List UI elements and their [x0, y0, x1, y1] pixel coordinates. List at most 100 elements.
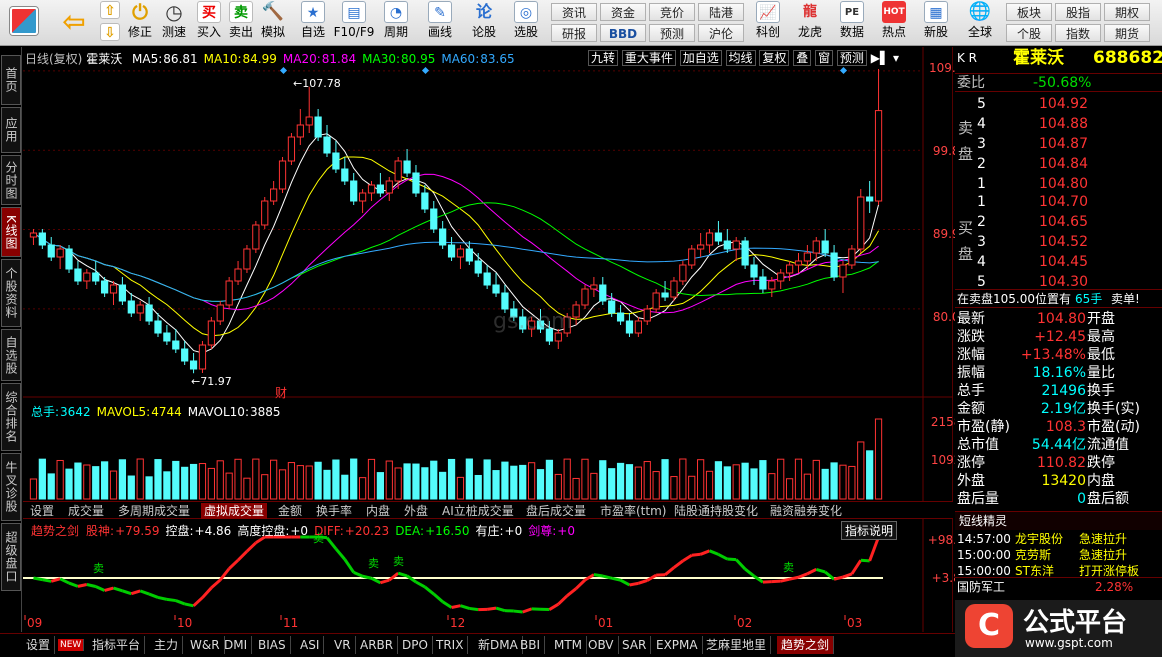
toolbar-watchlist[interactable]: ★ 自选	[296, 1, 330, 41]
btab-13[interactable]: MTM	[550, 636, 588, 654]
grid-futures[interactable]: 期货	[1104, 24, 1150, 42]
toolbar-screener[interactable]: ◎ 选股	[508, 1, 544, 41]
btn-jiuzhuan[interactable]: 九转	[588, 50, 619, 66]
asks-row[interactable]: 5 104.92	[955, 95, 1162, 114]
vtab-inner[interactable]: 内盘	[363, 503, 393, 519]
grid-auction[interactable]: 竞价	[649, 3, 695, 21]
toolbar-period[interactable]: ◔ 周期	[378, 1, 414, 41]
toolbar-hot[interactable]: HOT 热点	[876, 1, 912, 41]
asks-row[interactable]: 4 104.88	[955, 115, 1162, 134]
bids-row[interactable]: 3 104.52	[955, 233, 1162, 252]
toolbar-sell[interactable]: 卖卖出	[226, 1, 256, 41]
toolbar-ipo[interactable]: ▦ 新股	[918, 1, 954, 41]
grid-bbd[interactable]: BBD	[600, 24, 646, 42]
btab-8[interactable]: ARBR	[356, 636, 399, 654]
btab-12[interactable]: BBI	[516, 636, 546, 654]
btn-window[interactable]: 窗	[815, 50, 834, 66]
vtab-multi-period[interactable]: 多周期成交量	[115, 503, 193, 519]
btn-overlay[interactable]: 叠	[793, 50, 812, 66]
kline-svg[interactable]: 卖卖卖卖卖09 10 11 12 01 02 03	[23, 47, 953, 632]
btab-6[interactable]: ASI	[296, 636, 325, 654]
toolbar-speed[interactable]: ◷ 测速	[158, 1, 190, 41]
vtab-after-hours[interactable]: 盘后成交量	[523, 503, 589, 519]
vtab-volume[interactable]: 成交量	[65, 503, 107, 519]
btab-15[interactable]: SAR	[618, 636, 652, 654]
vtab-turnover[interactable]: 换手率	[313, 503, 355, 519]
indicator-help-button[interactable]: 指标说明	[841, 521, 898, 540]
sidebar-tab-profile[interactable]: 个股资料	[1, 259, 21, 327]
app-logo[interactable]	[8, 1, 40, 35]
btab-4[interactable]: DMI	[220, 636, 253, 654]
toolbar-kechuang[interactable]: 📈 科创	[750, 1, 786, 41]
next-icon[interactable]: ▶▌	[871, 51, 889, 65]
sidebar-tab-super-panel[interactable]: 超级盘口	[1, 523, 21, 591]
sidebar-tab-diagnosis[interactable]: 牛叉诊股	[1, 453, 21, 521]
btab-9[interactable]: DPO	[398, 636, 433, 654]
toolbar-global[interactable]: 🌐 全球	[960, 1, 1000, 41]
event-marker[interactable]	[839, 66, 848, 75]
btab-5[interactable]: BIAS	[254, 636, 291, 654]
event-marker[interactable]	[279, 66, 288, 75]
grid-index[interactable]: 指数	[1055, 24, 1101, 42]
vtab-ai-volume[interactable]: AI立桩成交量	[439, 503, 517, 519]
back-button[interactable]: ⇦	[52, 1, 96, 39]
sidebar-tab-intraday[interactable]: 分时图	[1, 155, 21, 205]
grid-forecast[interactable]: 预测	[649, 24, 695, 42]
sidebar-tab-kline[interactable]: K线图	[1, 207, 21, 257]
grid-stock[interactable]: 个股	[1006, 24, 1052, 42]
bids-row[interactable]: 2 104.65	[955, 213, 1162, 232]
toolbar-draw[interactable]: ✎ 画线	[422, 1, 458, 41]
toolbar-forum[interactable]: 论论股	[466, 1, 502, 41]
vtab-amount[interactable]: 金额	[275, 503, 305, 519]
elf-item[interactable]: 15:00:00 克劳斯 急速拉升	[955, 547, 1162, 563]
sidebar-tab-home[interactable]: 首页	[1, 55, 21, 105]
toolbar-simulate[interactable]: 🔨 模拟	[258, 1, 288, 41]
vtab-hk-holdings[interactable]: 陆股通持股变化	[671, 503, 761, 519]
btab-7[interactable]: VR	[330, 636, 356, 654]
toolbar-data[interactable]: PE 数据	[834, 1, 870, 41]
btab-14[interactable]: OBV	[584, 636, 619, 654]
grid-sector[interactable]: 板块	[1006, 3, 1052, 21]
btab-3[interactable]: W&R	[186, 636, 225, 654]
btn-events[interactable]: 重大事件	[621, 50, 676, 66]
asks-row[interactable]: 3 104.87	[955, 135, 1162, 154]
bids-row[interactable]: 4 104.45	[955, 253, 1162, 272]
grid-research[interactable]: 研报	[551, 24, 597, 42]
vtab-outer[interactable]: 外盘	[401, 503, 431, 519]
scroll-up-button[interactable]: ⇧	[98, 1, 122, 19]
scroll-down-button[interactable]: ⇩	[98, 23, 122, 41]
grid-funds[interactable]: 资金	[600, 3, 646, 21]
toolbar-buy[interactable]: 买买入	[194, 1, 224, 41]
btab-10[interactable]: TRIX	[432, 636, 469, 654]
dropdown-icon[interactable]: ▾	[893, 51, 899, 65]
grid-index-futures[interactable]: 股指	[1055, 3, 1101, 21]
sector-row[interactable]: 国防军工 2.28%	[955, 577, 1162, 596]
finance-marker[interactable]: 财	[275, 384, 287, 401]
grid-hk-connect[interactable]: 陆港	[698, 3, 744, 21]
sidebar-tab-ranking[interactable]: 综合排名	[1, 383, 21, 451]
btab-16[interactable]: EXPMA	[652, 636, 703, 654]
grid-options[interactable]: 期权	[1104, 3, 1150, 21]
btn-add-watch[interactable]: 加自选	[679, 50, 722, 66]
grid-shanghai-london[interactable]: 沪伦	[698, 24, 744, 42]
toolbar-f10[interactable]: ▤ F10/F9	[332, 1, 376, 41]
btab-18[interactable]: 趋势之剑	[777, 636, 835, 654]
btn-predict[interactable]: 预测	[836, 50, 867, 66]
btab-1[interactable]: 指标平台	[88, 636, 146, 654]
vtab-settings[interactable]: 设置	[27, 503, 57, 519]
sidebar-tab-apps[interactable]: 应用	[1, 107, 21, 153]
toolbar-dragon-tiger[interactable]: 龍龙虎	[792, 1, 828, 41]
btn-adjust[interactable]: 复权	[759, 50, 790, 66]
toolbar-refresh[interactable]: ⏻ 修正	[124, 1, 156, 41]
vtab-pe[interactable]: 市盈率(ttm)	[597, 503, 669, 519]
asks-row[interactable]: 2 104.84	[955, 155, 1162, 174]
asks-row[interactable]: 1 104.80	[955, 175, 1162, 194]
sidebar-tab-watchlist[interactable]: 自选股	[1, 329, 21, 381]
grid-news[interactable]: 资讯	[551, 3, 597, 21]
btn-ma[interactable]: 均线	[725, 50, 756, 66]
vtab-margin[interactable]: 融资融券变化	[767, 503, 845, 519]
event-marker[interactable]	[421, 66, 430, 75]
btab-2[interactable]: 主力	[150, 636, 184, 654]
btab-17[interactable]: 芝麻里地里	[702, 636, 772, 654]
bids-row[interactable]: 1 104.70	[955, 193, 1162, 212]
